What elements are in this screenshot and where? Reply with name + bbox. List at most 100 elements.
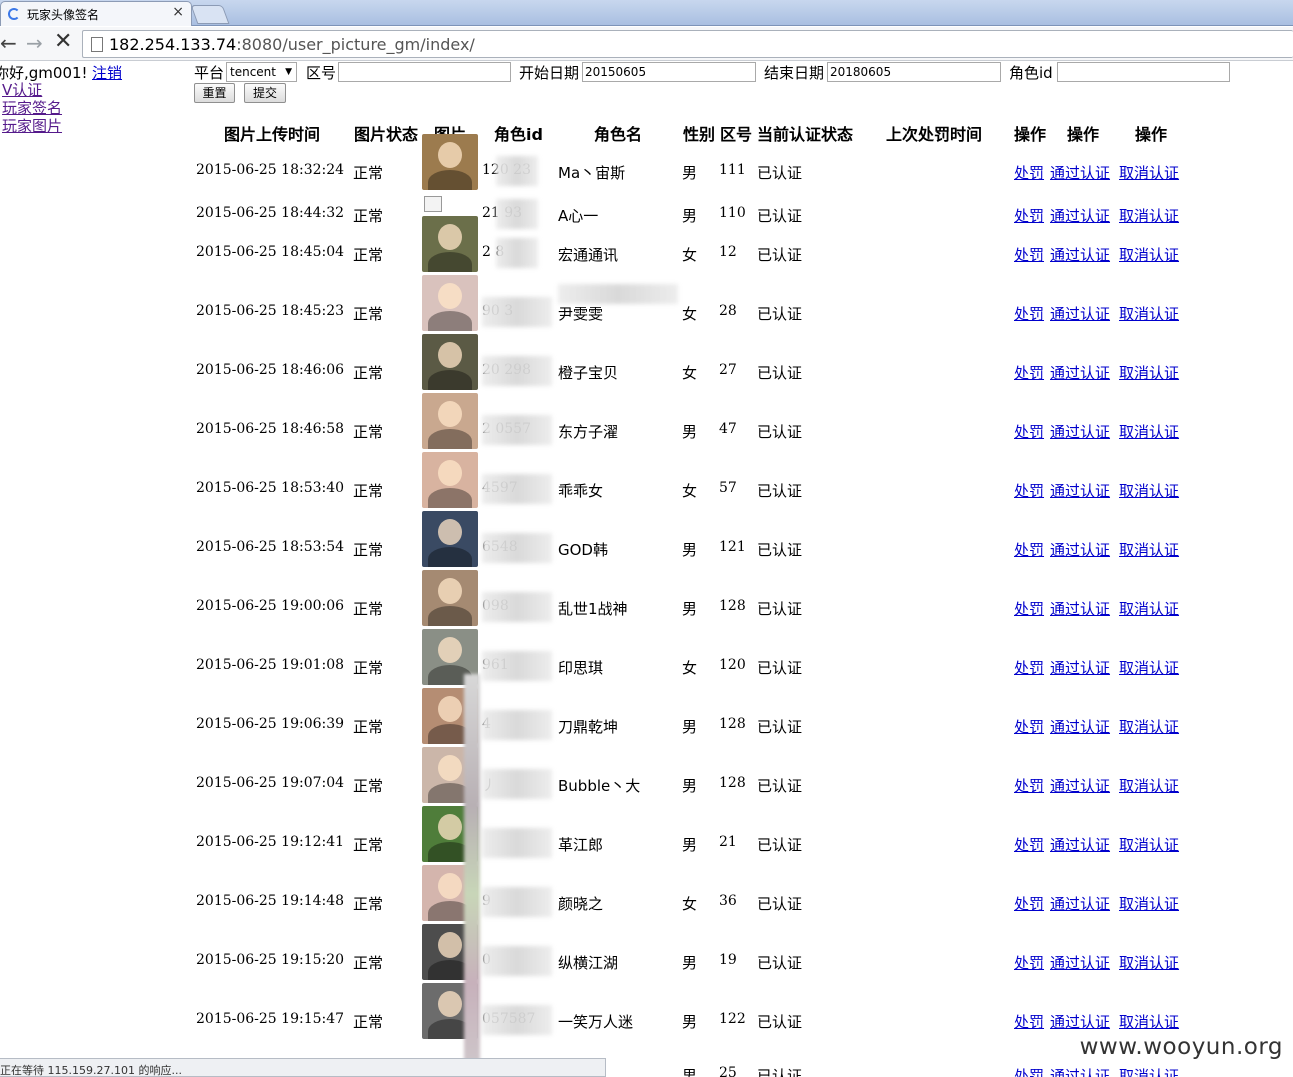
avatar-body-shape (428, 170, 472, 190)
page-icon (91, 37, 103, 52)
cancel-auth-link[interactable]: 取消认证 (1119, 244, 1179, 265)
platform-select[interactable]: tencent ▼ (226, 62, 297, 82)
cancel-auth-link[interactable]: 取消认证 (1119, 893, 1179, 914)
cancel-auth-link[interactable]: 取消认证 (1119, 598, 1179, 619)
approve-auth-link[interactable]: 通过认证 (1050, 539, 1110, 560)
page-content: 你好,gm001! 注销 V认证 玩家签名 玩家图片 平台 tencent ▼ … (0, 62, 1293, 1077)
penalty-link[interactable]: 处罚 (1014, 539, 1044, 560)
redaction-blur (482, 710, 552, 740)
avatar-face-shape (438, 932, 462, 958)
auth-status-cell: 已认证 (757, 895, 803, 913)
player-avatar-thumbnail[interactable] (422, 393, 478, 449)
cancel-auth-link[interactable]: 取消认证 (1119, 716, 1179, 737)
col-header-last-penalty: 上次处罚时间 (886, 125, 983, 144)
approve-auth-link[interactable]: 通过认证 (1050, 952, 1110, 973)
tab-strip: 玩家头像签名 × (0, 0, 1293, 26)
cancel-auth-link[interactable]: 取消认证 (1119, 775, 1179, 796)
penalty-link[interactable]: 处罚 (1014, 421, 1044, 442)
address-bar[interactable]: 182.254.133.74:8080/user_picture_gm/inde… (82, 30, 1293, 58)
upload-time-cell: 2015-06-25 18:32:24 (196, 162, 345, 178)
player-avatar-thumbnail[interactable] (422, 216, 478, 272)
player-avatar-thumbnail[interactable] (422, 570, 478, 626)
cancel-auth-link[interactable]: 取消认证 (1119, 834, 1179, 855)
approve-auth-link[interactable]: 通过认证 (1050, 598, 1110, 619)
nav-player-picture-link[interactable]: 玩家图片 (2, 115, 62, 136)
avatar-face-shape (438, 283, 462, 309)
approve-auth-link[interactable]: 通过认证 (1050, 1065, 1110, 1077)
upload-time-cell: 2015-06-25 19:15:47 (196, 1011, 345, 1027)
approve-auth-link[interactable]: 通过认证 (1050, 716, 1110, 737)
penalty-link[interactable]: 处罚 (1014, 1011, 1044, 1032)
cancel-auth-link[interactable]: 取消认证 (1119, 362, 1179, 383)
player-avatar-thumbnail[interactable] (422, 134, 478, 190)
role-name-cell: Ma丶宙斯 (558, 164, 626, 182)
picture-status-cell: 正常 (353, 246, 384, 264)
penalty-link[interactable]: 处罚 (1014, 775, 1044, 796)
start-date-input[interactable] (582, 62, 756, 82)
role-id-input[interactable] (1057, 62, 1230, 82)
gender-cell: 女 (682, 482, 698, 500)
cancel-auth-link[interactable]: 取消认证 (1119, 952, 1179, 973)
redaction-blur (482, 887, 552, 917)
role-name-cell: Bubble丶大 (558, 777, 641, 795)
approve-auth-link[interactable]: 通过认证 (1050, 893, 1110, 914)
approve-auth-link[interactable]: 通过认证 (1050, 205, 1110, 226)
player-avatar-thumbnail[interactable] (422, 452, 478, 508)
end-date-input[interactable] (827, 62, 1001, 82)
back-arrow-icon[interactable]: ← (0, 31, 17, 55)
redaction-blur (496, 156, 538, 186)
active-tab[interactable]: 玩家头像签名 × (0, 1, 192, 26)
approve-auth-link[interactable]: 通过认证 (1050, 421, 1110, 442)
cancel-auth-link[interactable]: 取消认证 (1119, 1065, 1179, 1077)
stop-loading-icon[interactable]: ✕ (54, 29, 72, 54)
player-avatar-thumbnail[interactable] (422, 511, 478, 567)
penalty-link[interactable]: 处罚 (1014, 162, 1044, 183)
approve-auth-link[interactable]: 通过认证 (1050, 362, 1110, 383)
forward-arrow-icon[interactable]: → (26, 31, 43, 55)
player-avatar-thumbnail[interactable] (422, 334, 478, 390)
penalty-link[interactable]: 处罚 (1014, 716, 1044, 737)
cancel-auth-link[interactable]: 取消认证 (1119, 1011, 1179, 1032)
platform-label: 平台 (194, 64, 225, 82)
broken-image-icon[interactable] (424, 196, 442, 212)
role-name-cell: 颜晓之 (558, 895, 604, 913)
approve-auth-link[interactable]: 通过认证 (1050, 1011, 1110, 1032)
new-tab-button[interactable] (190, 5, 230, 24)
penalty-link[interactable]: 处罚 (1014, 480, 1044, 501)
approve-auth-link[interactable]: 通过认证 (1050, 303, 1110, 324)
penalty-link[interactable]: 处罚 (1014, 244, 1044, 265)
approve-auth-link[interactable]: 通过认证 (1050, 657, 1110, 678)
zone-input[interactable] (338, 62, 511, 82)
gender-cell: 男 (682, 164, 698, 182)
penalty-link[interactable]: 处罚 (1014, 598, 1044, 619)
redaction-blur (482, 828, 552, 858)
approve-auth-link[interactable]: 通过认证 (1050, 834, 1110, 855)
cancel-auth-link[interactable]: 取消认证 (1119, 421, 1179, 442)
chevron-down-icon: ▼ (285, 67, 292, 77)
approve-auth-link[interactable]: 通过认证 (1050, 775, 1110, 796)
cancel-auth-link[interactable]: 取消认证 (1119, 162, 1179, 183)
reset-button[interactable]: 重置 (194, 83, 235, 103)
penalty-link[interactable]: 处罚 (1014, 657, 1044, 678)
approve-auth-link[interactable]: 通过认证 (1050, 244, 1110, 265)
penalty-link[interactable]: 处罚 (1014, 303, 1044, 324)
avatar-body-shape (428, 370, 472, 390)
cancel-auth-link[interactable]: 取消认证 (1119, 657, 1179, 678)
tab-close-icon[interactable]: × (172, 4, 184, 20)
cancel-auth-link[interactable]: 取消认证 (1119, 303, 1179, 324)
penalty-link[interactable]: 处罚 (1014, 834, 1044, 855)
approve-auth-link[interactable]: 通过认证 (1050, 162, 1110, 183)
picture-status-cell: 正常 (353, 836, 384, 854)
player-avatar-thumbnail[interactable] (422, 275, 478, 331)
submit-button[interactable]: 提交 (244, 83, 286, 103)
penalty-link[interactable]: 处罚 (1014, 1065, 1044, 1077)
penalty-link[interactable]: 处罚 (1014, 362, 1044, 383)
cancel-auth-link[interactable]: 取消认证 (1119, 480, 1179, 501)
penalty-link[interactable]: 处罚 (1014, 952, 1044, 973)
approve-auth-link[interactable]: 通过认证 (1050, 480, 1110, 501)
penalty-link[interactable]: 处罚 (1014, 893, 1044, 914)
cancel-auth-link[interactable]: 取消认证 (1119, 205, 1179, 226)
penalty-link[interactable]: 处罚 (1014, 205, 1044, 226)
logout-link[interactable]: 注销 (92, 64, 122, 82)
cancel-auth-link[interactable]: 取消认证 (1119, 539, 1179, 560)
